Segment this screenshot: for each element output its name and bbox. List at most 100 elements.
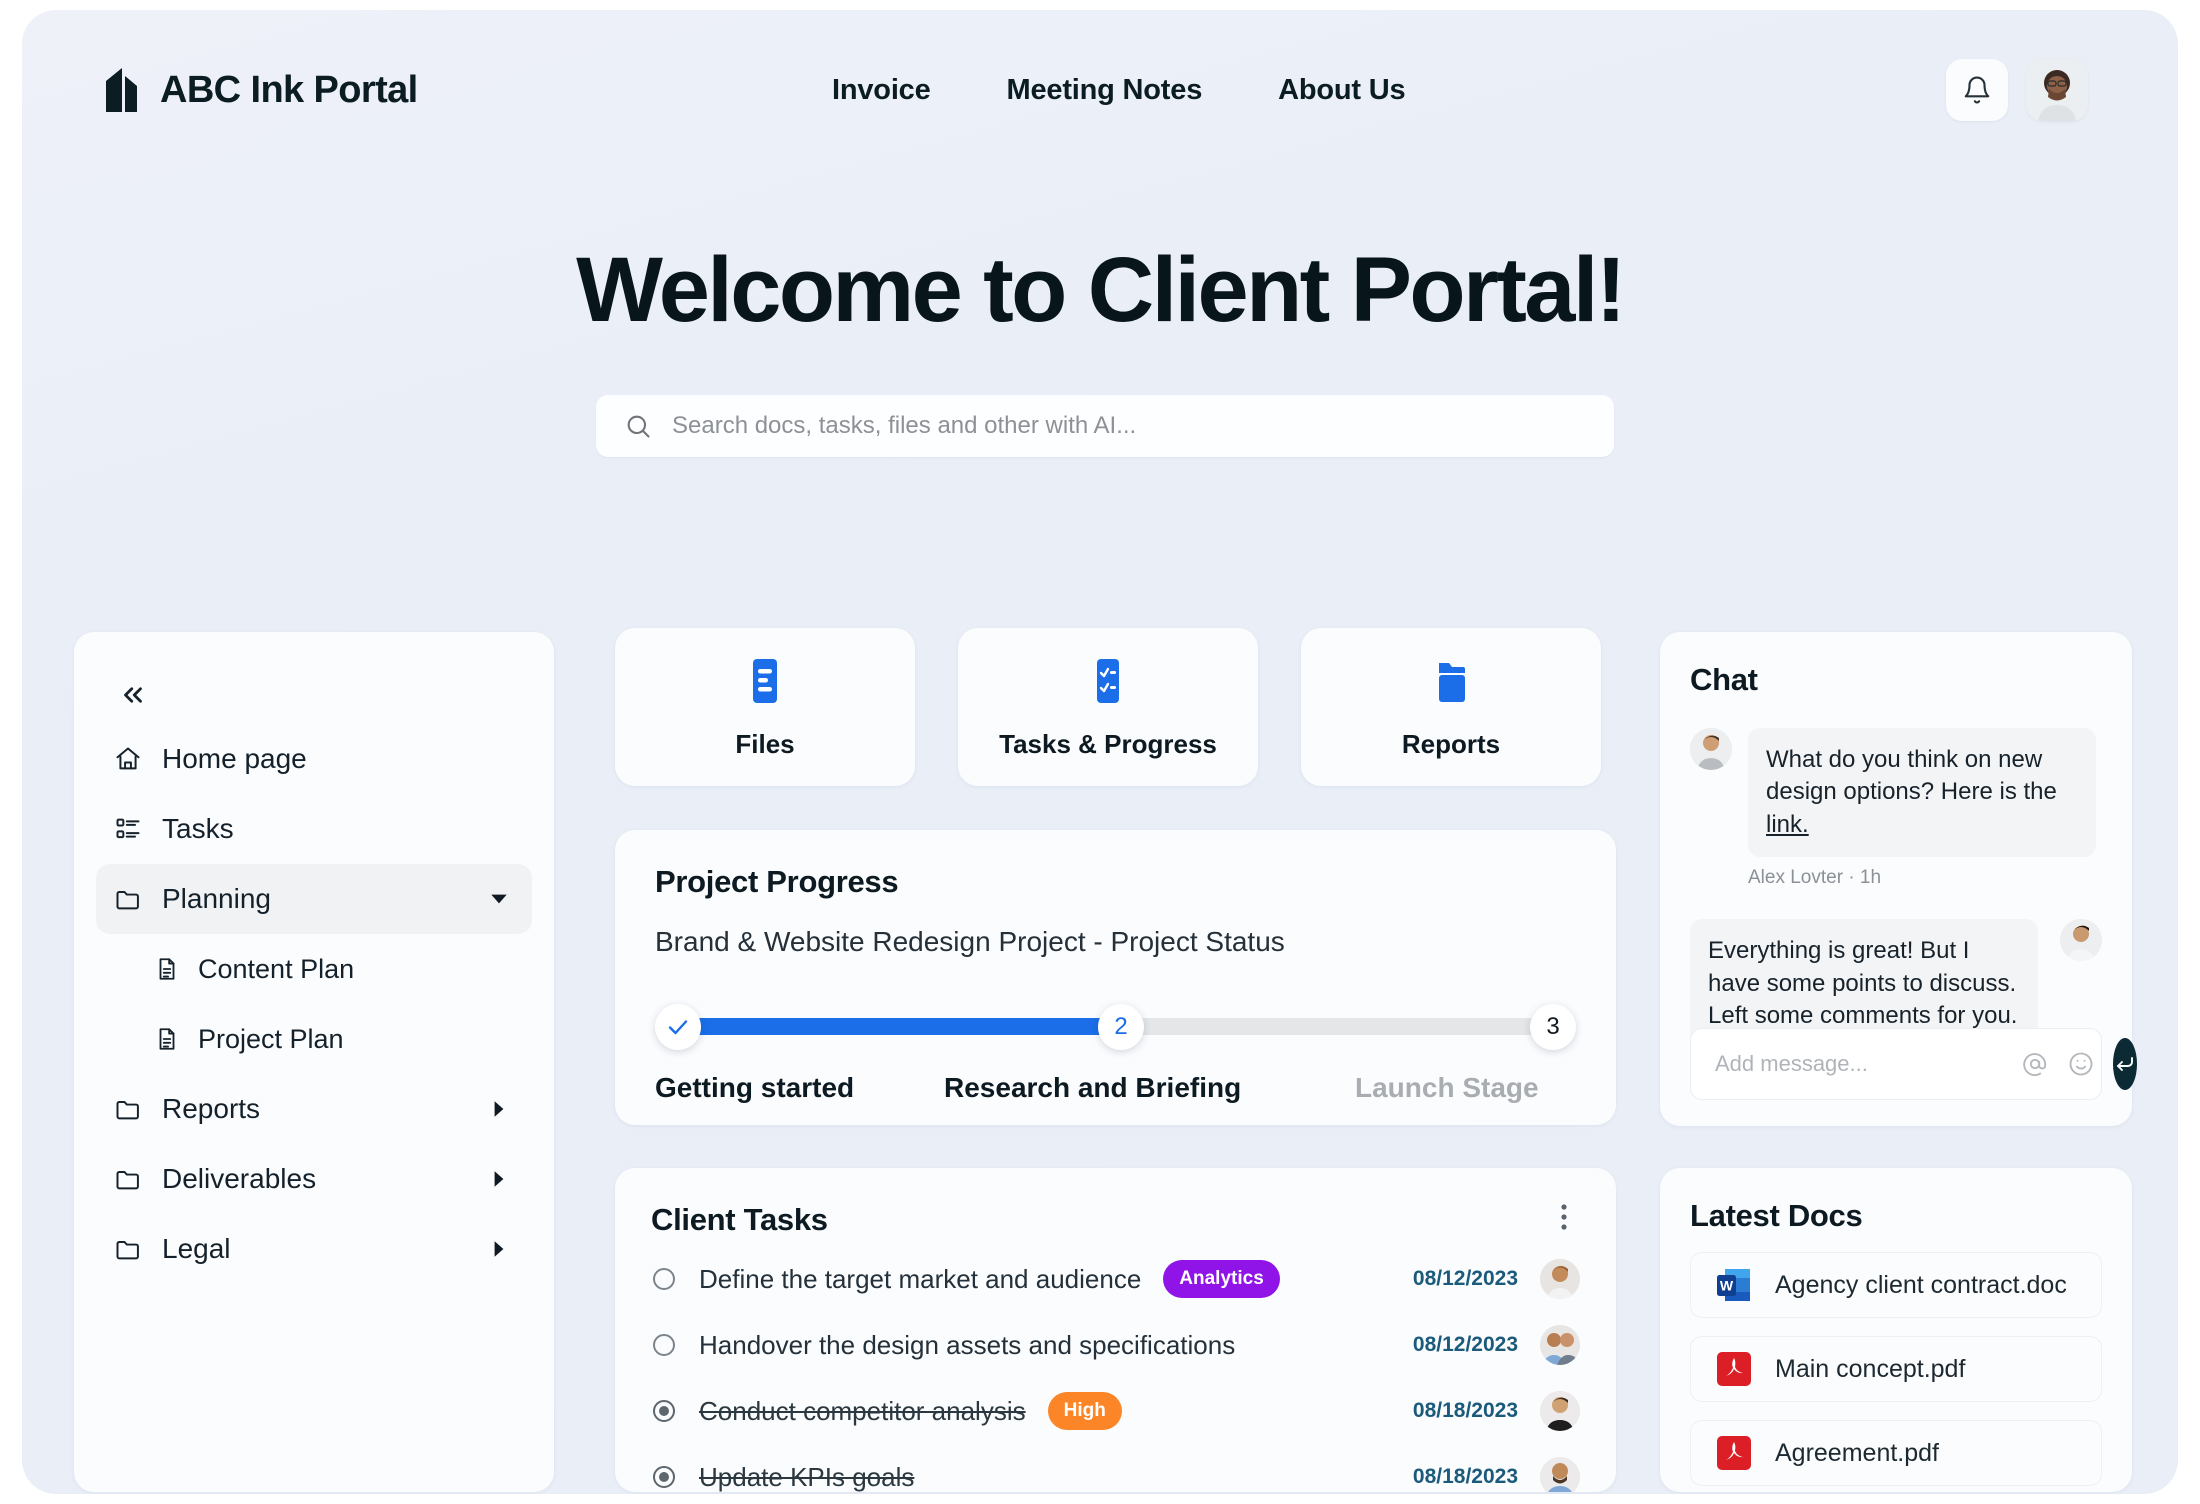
user-avatar [1540, 1325, 1580, 1365]
progress-step-3[interactable]: 3 [1530, 1004, 1576, 1050]
avatar [1540, 1259, 1580, 1299]
task-date: 08/12/2023 [1412, 1267, 1518, 1290]
nav-item-invoice[interactable]: Invoice [832, 74, 931, 107]
task-checkbox-unchecked-icon[interactable] [651, 1266, 677, 1292]
list-item[interactable]: W Agency client contract.doc [1690, 1252, 2102, 1318]
progress-step-label: Research and Briefing [944, 1072, 1242, 1103]
task-date: 08/18/2023 [1412, 1465, 1518, 1488]
building-logo-icon [106, 68, 137, 112]
chevron-right-icon[interactable] [488, 1168, 510, 1190]
task-checkbox-checked-icon[interactable] [651, 1464, 677, 1490]
enter-arrow-icon [2117, 1057, 2133, 1071]
latest-docs-card: Latest Docs W Agency client contract.doc… [1660, 1168, 2132, 1492]
search-icon [627, 415, 650, 438]
bell-icon [1964, 76, 1990, 104]
project-progress-card: Project Progress Brand & Website Redesig… [615, 830, 1616, 1125]
sidebar-item-home-page[interactable]: Home page [96, 724, 532, 794]
chevron-right-icon[interactable] [488, 1238, 510, 1260]
quick-card-files[interactable]: Files [615, 628, 915, 786]
latest-docs-title: Latest Docs [1690, 1198, 1863, 1233]
table-row[interactable]: Define the target market and audience An… [651, 1251, 1580, 1307]
pdf-icon [1717, 1436, 1751, 1470]
task-name: Conduct competitor analysis [699, 1395, 1026, 1426]
at-icon [2023, 1053, 2047, 1076]
progress-stepper: 2 3 [655, 1004, 1576, 1050]
avatar [1690, 728, 1732, 770]
status-badge: High [1047, 1392, 1122, 1430]
chevron-right-icon[interactable] [488, 1098, 510, 1120]
list-item[interactable]: Agreement.pdf [1690, 1420, 2102, 1486]
progress-step-2[interactable]: 2 [1098, 1004, 1144, 1050]
folder-icon [116, 1171, 139, 1190]
sidebar-item-legal[interactable]: Legal [96, 1214, 532, 1284]
chat-input-bar[interactable] [1690, 1028, 2137, 1100]
table-row[interactable]: Conduct competitor analysis High 08/18/2… [651, 1383, 1580, 1439]
progress-step-number: 3 [1546, 1013, 1560, 1040]
nav-item-meeting-notes[interactable]: Meeting Notes [1007, 74, 1203, 107]
sidebar-item-content-plan[interactable]: Content Plan [96, 934, 532, 1004]
table-row[interactable]: Update KPIs goals 08/18/2023 [651, 1449, 1580, 1492]
task-checkbox-unchecked-icon[interactable] [651, 1332, 677, 1358]
table-row[interactable]: Handover the design assets and specifica… [651, 1317, 1580, 1373]
client-tasks-title: Client Tasks [651, 1201, 828, 1237]
progress-title: Project Progress [655, 864, 899, 899]
chevrons-left-icon [124, 687, 142, 703]
chat-message-meta: Alex Lovter · 1h [1748, 867, 1882, 889]
progress-track-fill [667, 1018, 1122, 1035]
avatar [1540, 1325, 1580, 1365]
chat-title: Chat [1690, 662, 1758, 697]
task-checkbox-checked-icon[interactable] [651, 1398, 677, 1424]
main-navigation: Invoice Meeting Notes About Us [832, 10, 1406, 170]
app-window: ABC Ink Portal Invoice Meeting Notes Abo… [22, 10, 2178, 1494]
header-actions [1946, 10, 2088, 170]
nav-item-about-us[interactable]: About Us [1278, 74, 1405, 107]
task-name: Define the target market and audience [699, 1263, 1142, 1294]
quick-card-tasks-progress[interactable]: Tasks & Progress [958, 628, 1258, 786]
sidebar-item-planning[interactable]: Planning [96, 864, 532, 934]
sidebar-item-label: Legal [162, 1233, 231, 1264]
client-tasks-card: Client Tasks Define the target market an… [615, 1168, 1616, 1492]
avatar [1540, 1457, 1580, 1492]
chat-message-link[interactable]: link. [1766, 811, 1809, 838]
sidebar-item-label: Content Plan [198, 953, 355, 984]
chat-bubble: What do you think on new design options?… [1748, 728, 2096, 858]
progress-step-label: Getting started [655, 1072, 855, 1103]
sidebar-item-label: Project Plan [198, 1023, 344, 1054]
task-date: 08/18/2023 [1412, 1399, 1518, 1422]
chat-message-incoming: What do you think on new design options?… [1690, 728, 2102, 889]
progress-step-1[interactable] [655, 1004, 701, 1050]
user-avatar [1690, 728, 1732, 770]
user-avatar-button[interactable] [2026, 59, 2088, 121]
document-icon [159, 958, 175, 980]
user-avatar [1540, 1259, 1580, 1299]
sidebar-item-tasks[interactable]: Tasks [96, 794, 532, 864]
brand-logo[interactable]: ABC Ink Portal [106, 68, 418, 112]
user-avatar [2026, 59, 2088, 121]
user-avatar [2060, 919, 2102, 962]
chevron-down-icon[interactable] [488, 888, 510, 910]
sidebar-collapse-button[interactable] [110, 672, 156, 718]
task-name: Update KPIs goals [699, 1461, 915, 1492]
notifications-button[interactable] [1946, 59, 2008, 121]
chat-message-input[interactable] [1715, 1051, 2003, 1077]
smiley-icon [2069, 1052, 2093, 1076]
sidebar-item-label: Home page [162, 743, 307, 774]
list-item[interactable]: Main concept.pdf [1690, 1336, 2102, 1402]
send-message-button[interactable] [2113, 1038, 2137, 1090]
folder-filled-icon [1439, 662, 1465, 702]
check-icon [668, 1020, 688, 1035]
sidebar-item-reports[interactable]: Reports [96, 1074, 532, 1144]
doc-name: Agency client contract.doc [1775, 1270, 2067, 1299]
mention-button[interactable] [2021, 1050, 2049, 1078]
search-input[interactable] [672, 412, 1586, 440]
quick-card-reports[interactable]: Reports [1301, 628, 1601, 786]
sidebar-item-project-plan[interactable]: Project Plan [96, 1004, 532, 1074]
sidebar-item-deliverables[interactable]: Deliverables [96, 1144, 532, 1214]
progress-step-labels: Getting started Research and Briefing La… [655, 1072, 1576, 1112]
folder-icon [116, 1241, 139, 1260]
global-search[interactable] [596, 395, 1614, 457]
svg-text:W: W [1720, 1278, 1734, 1294]
client-tasks-menu-button[interactable] [1548, 1198, 1580, 1241]
task-name: Handover the design assets and specifica… [699, 1329, 1236, 1360]
emoji-button[interactable] [2067, 1050, 2095, 1078]
